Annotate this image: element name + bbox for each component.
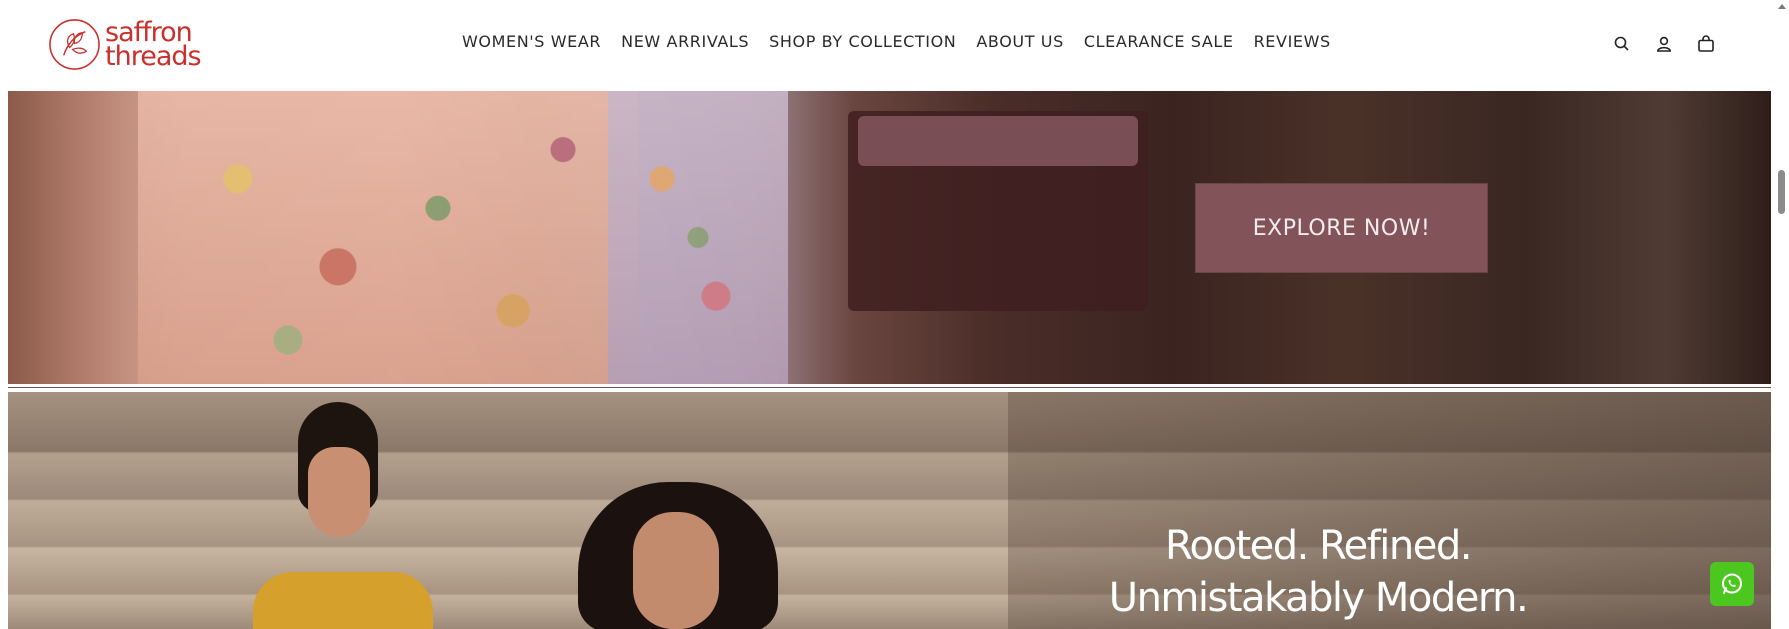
hero-banner-rooted: Rooted. Refined. Unmistakably Modern. [8, 392, 1771, 629]
whatsapp-icon [1722, 573, 1742, 594]
banner-tagline: Rooted. Refined. Unmistakably Modern. [1008, 520, 1628, 624]
account-icon[interactable] [1654, 34, 1674, 54]
banner-hanging-dress-image [608, 91, 788, 384]
logo-line-2: threads [105, 40, 202, 72]
banner-model-2-image [568, 482, 788, 629]
nav-new-arrivals[interactable]: NEW ARRIVALS [621, 32, 749, 51]
logo-wordmark: saffron threads [105, 19, 202, 72]
scroll-up-arrow-icon[interactable] [1778, 4, 1786, 9]
explore-now-button[interactable]: EXPLORE NOW! [1195, 183, 1488, 273]
leaf-logo-icon [49, 19, 100, 70]
nav-about-us[interactable]: ABOUT US [976, 32, 1063, 51]
nav-womens-wear[interactable]: WOMEN'S WEAR [462, 32, 601, 51]
hero-banner-collection: EXPLORE NOW! [8, 91, 1771, 384]
main-nav: WOMEN'S WEAR NEW ARRIVALS SHOP BY COLLEC… [462, 32, 1351, 51]
banner-stool-seat-image [858, 116, 1138, 166]
banner-divider [8, 385, 1771, 392]
explore-now-label: EXPLORE NOW! [1252, 215, 1431, 241]
site-header: saffron threads WOMEN'S WEAR NEW ARRIVAL… [0, 0, 1789, 91]
page-scrollbar[interactable] [1774, 0, 1789, 629]
tagline-line-2: Unmistakably Modern. [1108, 575, 1529, 621]
search-icon[interactable] [1612, 34, 1632, 54]
tagline-line-1: Rooted. Refined. [1165, 523, 1472, 569]
banner-model-1-image [253, 402, 433, 629]
nav-reviews[interactable]: REVIEWS [1254, 32, 1331, 51]
nav-shop-by-collection[interactable]: SHOP BY COLLECTION [769, 32, 956, 51]
whatsapp-chat-button[interactable] [1710, 562, 1754, 606]
nav-clearance-sale[interactable]: CLEARANCE SALE [1084, 32, 1234, 51]
cart-icon[interactable] [1696, 34, 1716, 54]
header-actions [1612, 34, 1716, 54]
site-logo[interactable]: saffron threads [48, 18, 202, 72]
scrollbar-thumb[interactable] [1778, 170, 1785, 214]
banner-model-dress-image [138, 91, 638, 384]
